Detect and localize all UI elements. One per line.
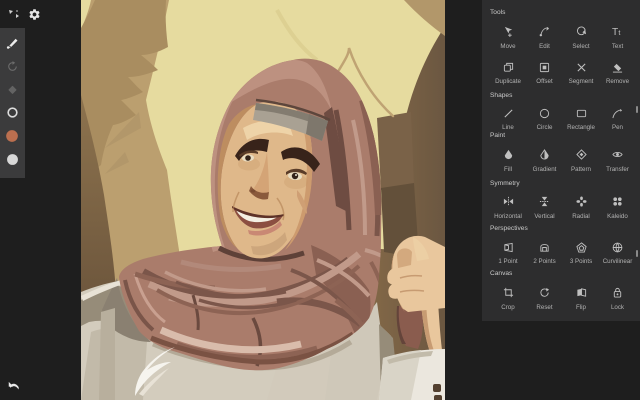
svg-text:T: T	[612, 27, 618, 37]
svg-text:t: t	[618, 28, 620, 37]
